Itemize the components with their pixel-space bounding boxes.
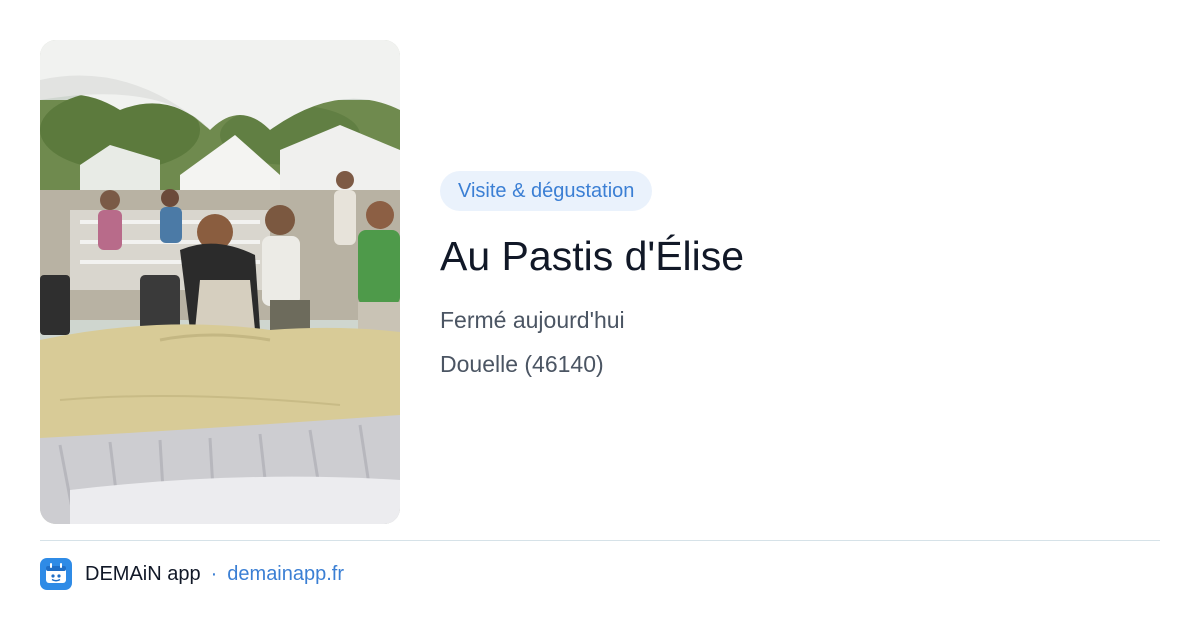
listing-title: Au Pastis d'Élise (440, 233, 745, 279)
listing-info: Visite & dégustation Au Pastis d'Élise F… (440, 171, 1160, 379)
demain-app-logo-icon (40, 558, 72, 590)
share-card: Visite & dégustation Au Pastis d'Élise F… (0, 0, 1200, 630)
footer-divider (40, 540, 1160, 541)
category-tag: Visite & dégustation (440, 171, 653, 211)
listing-photo (40, 40, 400, 524)
listing-location: Douelle (46140) (440, 351, 604, 377)
opening-status: Fermé aujourd'hui (440, 307, 625, 333)
photo-illustration (40, 40, 400, 524)
domain-link[interactable]: demainapp.fr (227, 563, 344, 586)
footer-separator: · (210, 562, 218, 585)
footer: DEMAiN app · demainapp.fr (40, 558, 344, 590)
app-name: DEMAiN app (85, 562, 201, 585)
